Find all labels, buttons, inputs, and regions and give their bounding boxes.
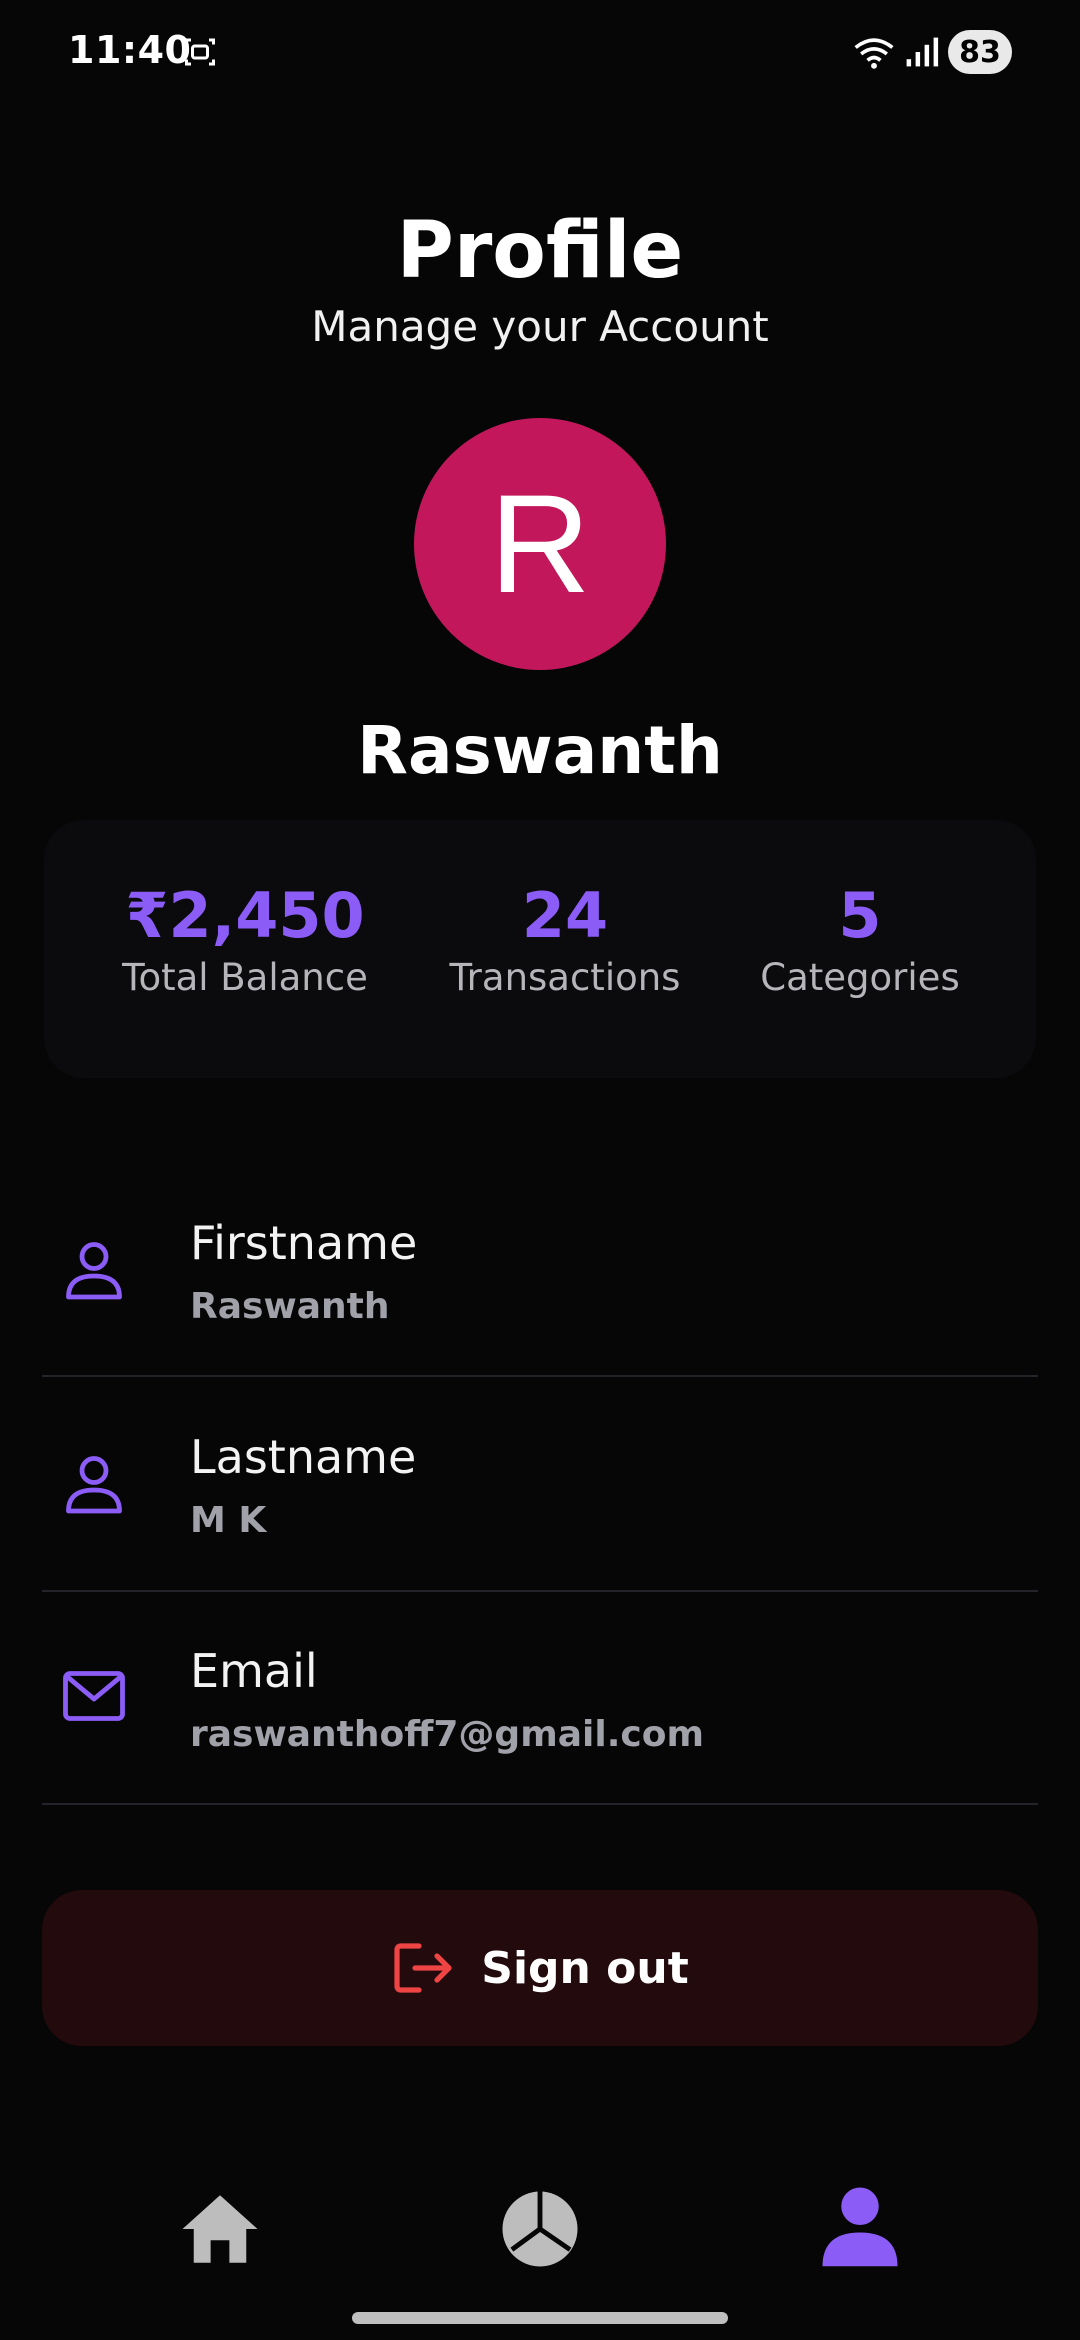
battery-icon: 83 xyxy=(948,30,1012,74)
mail-icon xyxy=(63,1671,125,1721)
sign-out-label: Sign out xyxy=(481,1942,689,1994)
avatar[interactable]: R xyxy=(414,418,666,670)
stat-value: ₹2,450 xyxy=(125,879,365,952)
home-icon[interactable] xyxy=(175,2184,265,2274)
divider xyxy=(42,1590,1038,1592)
stat-label: Transactions xyxy=(449,956,681,999)
stat-label: Total Balance xyxy=(122,956,368,999)
divider xyxy=(42,1375,1038,1377)
field-label-firstname: Firstname xyxy=(190,1216,418,1270)
sign-out-button[interactable]: Sign out xyxy=(42,1890,1038,2046)
field-label-email: Email xyxy=(190,1644,318,1698)
field-value-email[interactable]: raswanthoff7@gmail.com xyxy=(190,1714,704,1755)
home-indicator[interactable] xyxy=(352,2312,728,2324)
divider xyxy=(42,1803,1038,1805)
person-icon xyxy=(66,1242,122,1300)
pie-chart-icon[interactable] xyxy=(495,2184,585,2274)
field-value-firstname[interactable]: Raswanth xyxy=(190,1286,389,1327)
field-value-lastname[interactable]: M K xyxy=(190,1500,266,1541)
wifi-icon xyxy=(854,38,894,69)
avatar-letter: R xyxy=(489,465,591,622)
page-subtitle: Manage your Account xyxy=(311,302,769,351)
stat-label: Categories xyxy=(760,956,960,999)
user-icon[interactable] xyxy=(815,2180,905,2270)
status-time: 11:40 xyxy=(68,28,192,72)
screenshot-icon xyxy=(185,38,215,66)
stat-transactions: 24 Transactions xyxy=(420,879,710,1000)
field-label-lastname: Lastname xyxy=(190,1430,417,1484)
logout-icon xyxy=(394,1943,452,1993)
stat-total-balance: ₹2,450 Total Balance xyxy=(90,879,400,1000)
signal-icon xyxy=(906,37,939,67)
stat-value: 24 xyxy=(521,879,609,952)
page-title: Profile xyxy=(396,206,684,296)
battery-level: 83 xyxy=(959,34,1001,70)
person-icon xyxy=(66,1456,122,1514)
stat-categories: 5 Categories xyxy=(730,879,990,1000)
user-name: Raswanth xyxy=(357,712,723,789)
stat-value: 5 xyxy=(838,879,882,952)
